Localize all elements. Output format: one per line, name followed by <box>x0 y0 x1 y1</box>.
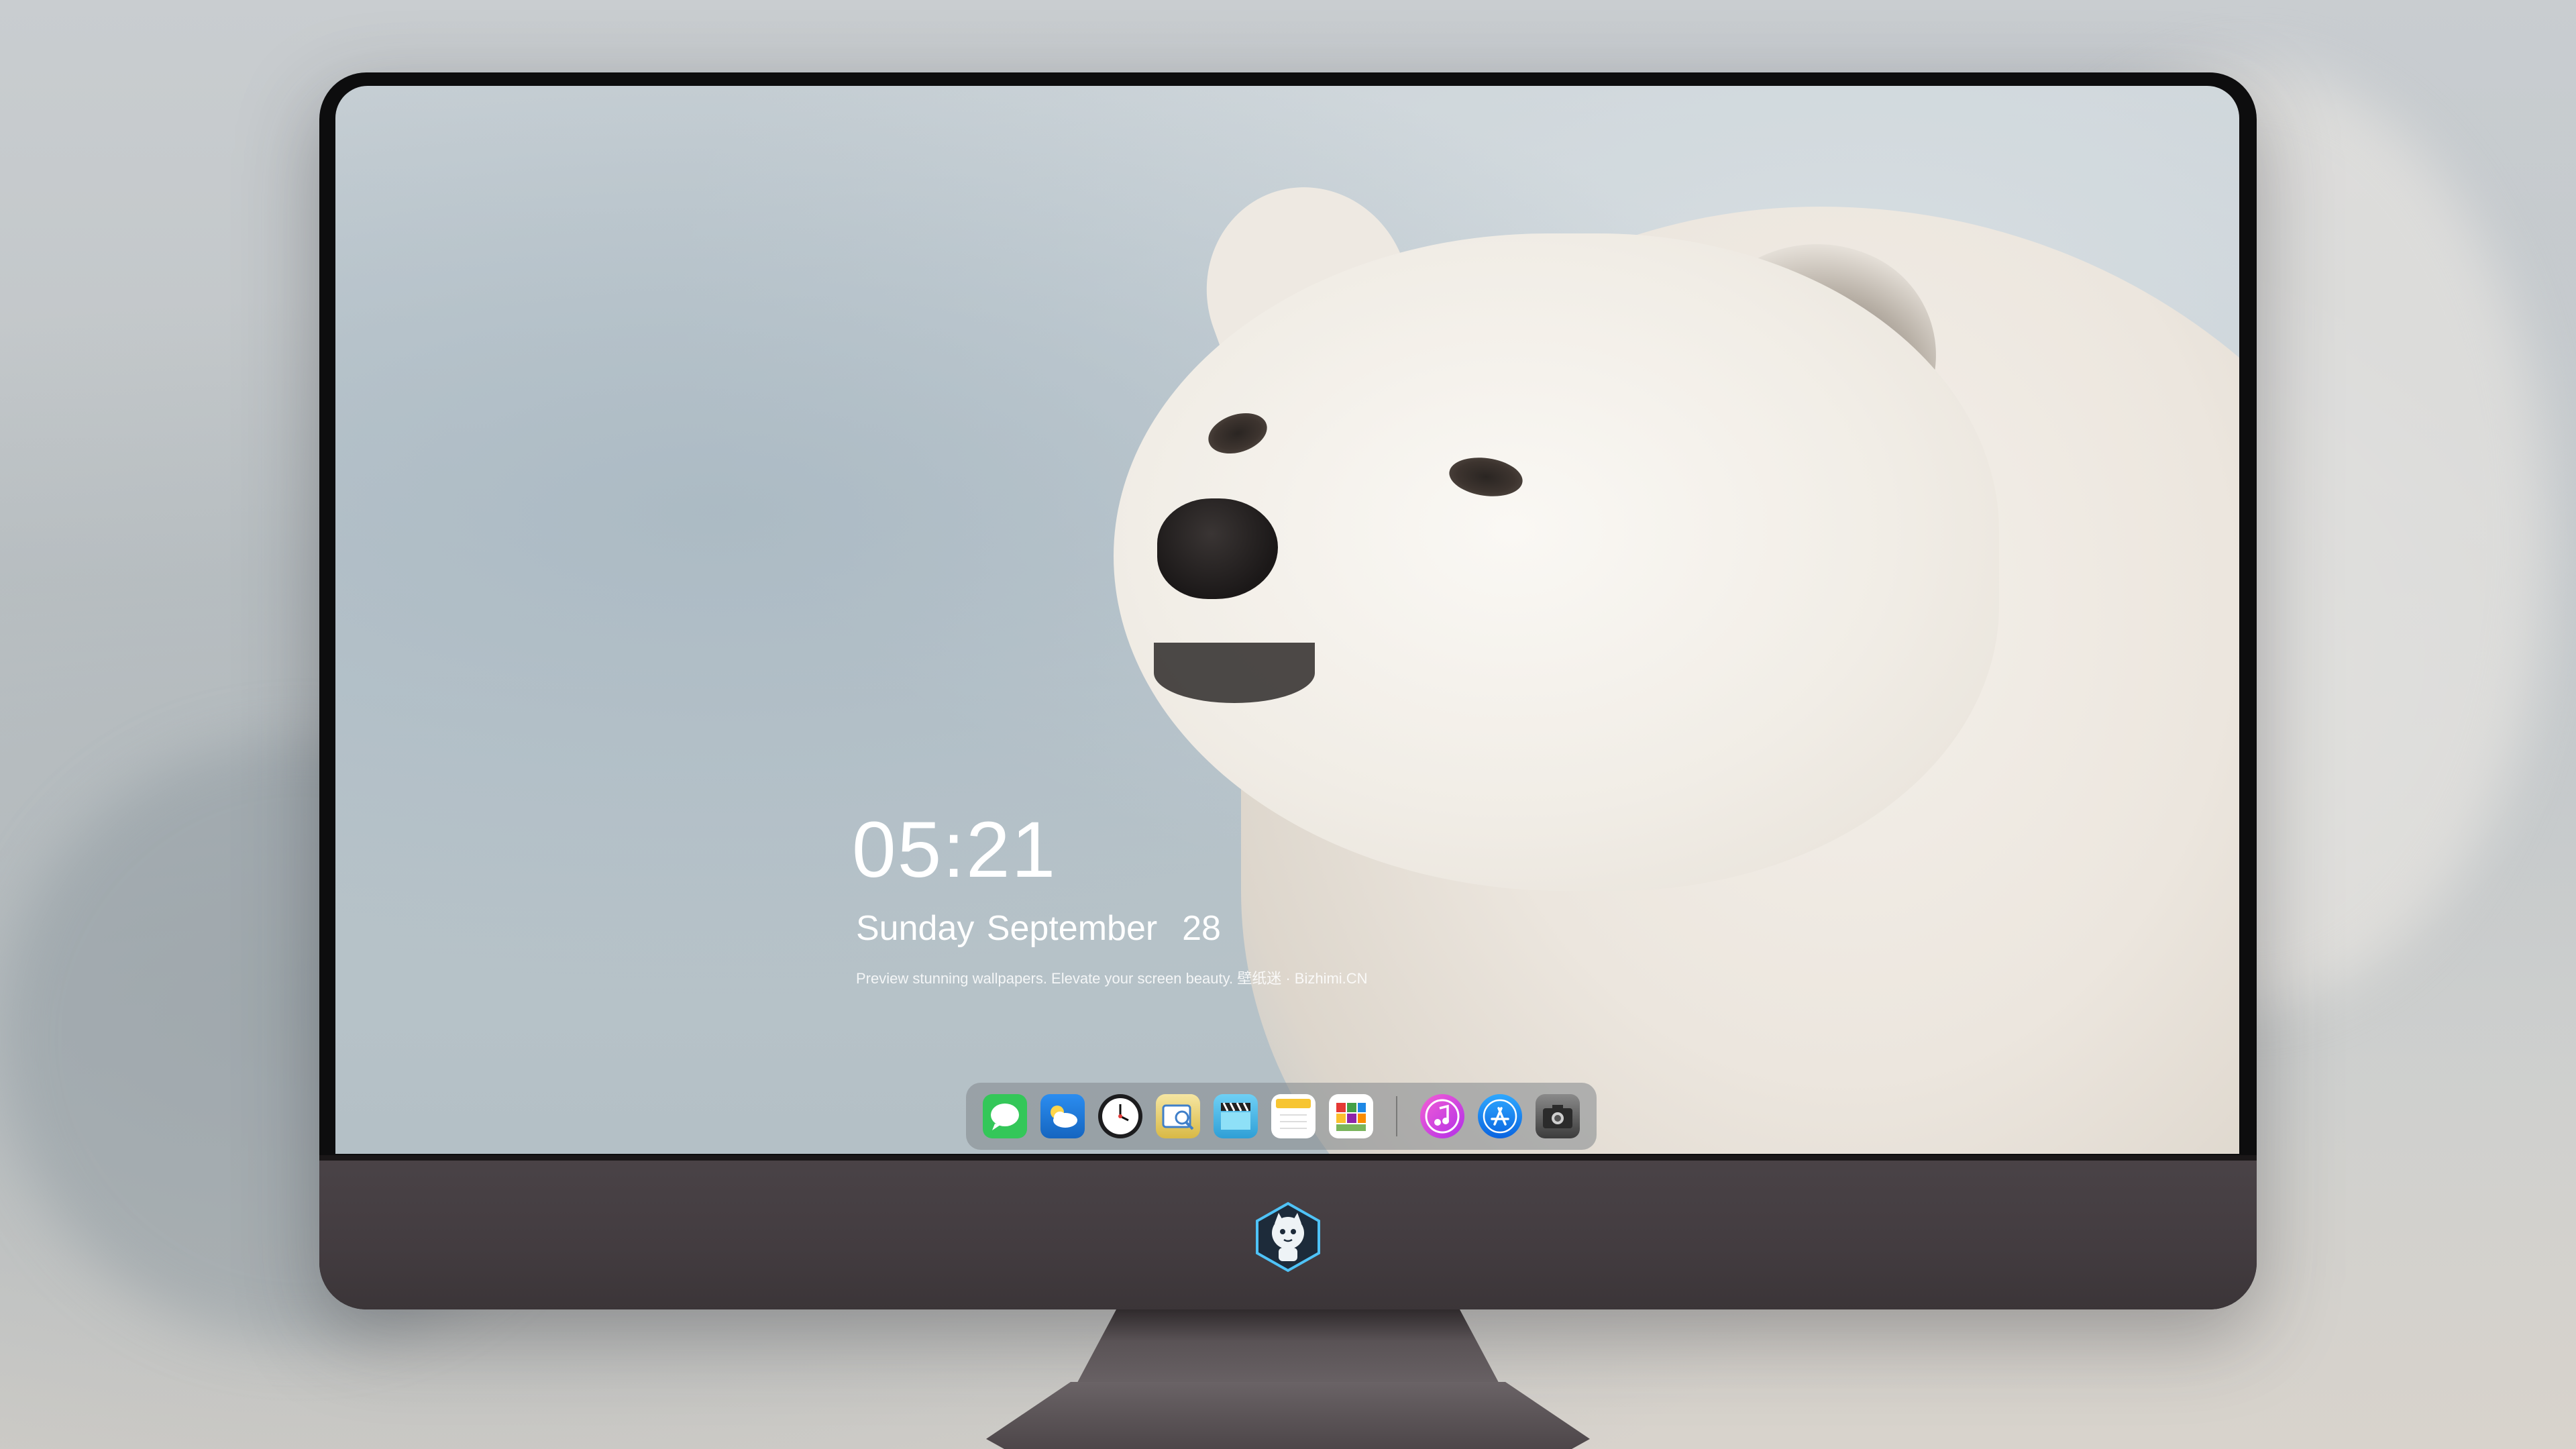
lock-clock: 05:21 <box>852 806 1057 894</box>
chin-divider <box>319 1155 2257 1161</box>
video-icon[interactable] <box>1214 1094 1258 1138</box>
notes-icon[interactable] <box>1271 1094 1316 1138</box>
screenshot-icon[interactable] <box>1536 1094 1580 1138</box>
wallpaper-fox-mouth <box>1154 643 1315 703</box>
weather-icon[interactable] <box>1040 1094 1085 1138</box>
calendar-icon[interactable] <box>1329 1094 1373 1138</box>
dock <box>966 1083 1597 1150</box>
preview-icon[interactable] <box>1156 1094 1200 1138</box>
itunes-icon[interactable] <box>1420 1094 1464 1138</box>
lock-date: Sunday September 28 <box>856 909 1221 948</box>
wallpaper-tagline: Preview stunning wallpapers. Elevate you… <box>856 970 1368 987</box>
dock-divider <box>1396 1096 1397 1136</box>
brand-logo-icon <box>1252 1201 1324 1273</box>
app-store-icon[interactable] <box>1478 1094 1522 1138</box>
lock-screen: 05:21 Sunday September 28 Preview stunni… <box>335 86 2239 1154</box>
monitor-stand-base <box>986 1382 1590 1449</box>
messages-icon[interactable] <box>983 1094 1027 1138</box>
monitor-stand-neck <box>1073 1309 1503 1390</box>
clock-icon[interactable] <box>1098 1094 1142 1138</box>
desktop-mockup: 05:21 Sunday September 28 Preview stunni… <box>0 0 2576 1449</box>
